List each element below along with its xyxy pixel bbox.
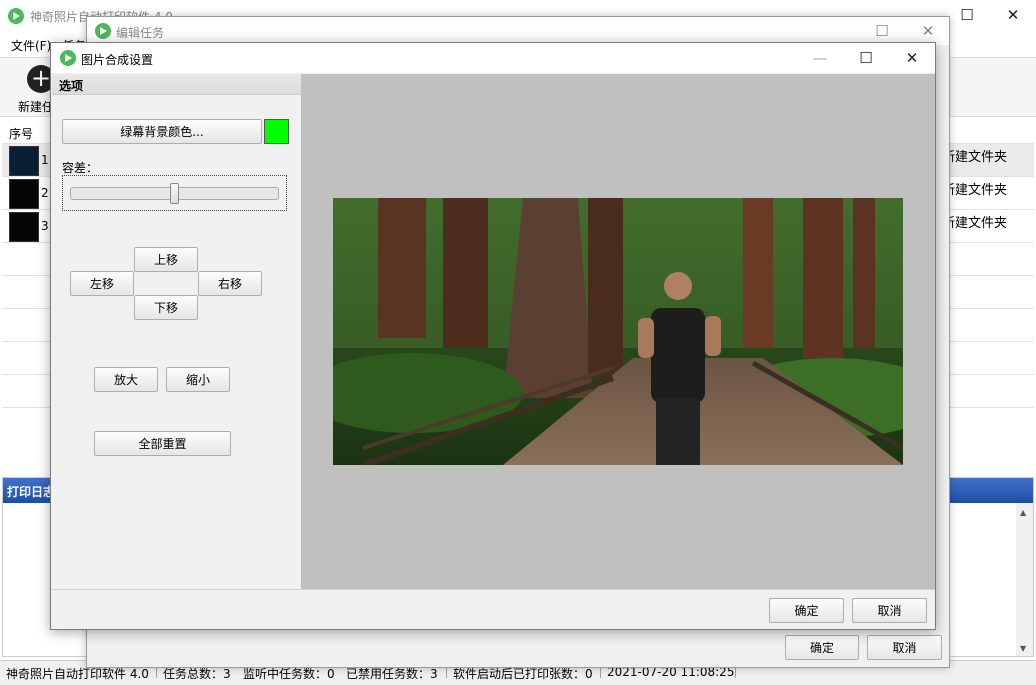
dialog-cancel-button[interactable]: 取消 (852, 598, 927, 623)
row-index: 2 (41, 186, 49, 200)
composite-preview-image (333, 198, 903, 465)
tolerance-label: 容差： (62, 161, 99, 175)
app-play-icon (60, 50, 76, 66)
move-down-button[interactable]: 下移 (134, 295, 198, 320)
dialog-button-bar: 确定 取消 (51, 589, 935, 629)
zoom-out-button[interactable]: 缩小 (166, 367, 230, 392)
greenscreen-color-button[interactable]: 绿幕背景颜色... (62, 119, 262, 144)
tolerance-slider-thumb[interactable] (170, 183, 179, 204)
greenscreen-color-swatch[interactable] (264, 119, 289, 144)
zoom-in-button[interactable]: 放大 (94, 367, 158, 392)
row-folder: 新建文件夹 (942, 150, 1008, 165)
dialog-close-icon[interactable]: ✕ (889, 43, 935, 73)
column-header-index: 序号 (9, 127, 34, 141)
move-left-button[interactable]: 左移 (70, 271, 134, 296)
edit-ok-button[interactable]: 确定 (785, 635, 859, 660)
row-folder: 新建文件夹 (942, 183, 1008, 198)
tolerance-slider-frame (62, 175, 287, 211)
dialog-titlebar: 图片合成设置 — ☐ ✕ (51, 43, 935, 73)
edit-task-title: 编辑任务 (116, 26, 165, 40)
log-header-label: 打印日志 (7, 485, 56, 499)
thumbnail-image (9, 212, 39, 242)
thumbnail-image (9, 179, 39, 209)
edit-close-icon[interactable]: ✕ (905, 17, 951, 45)
log-scrollbar[interactable]: ▲ ▼ (1016, 503, 1033, 656)
row-index: 3 (41, 219, 49, 233)
edit-maximize-icon[interactable]: ☐ (859, 17, 905, 45)
preview-area (302, 74, 935, 589)
main-close-icon[interactable]: ✕ (990, 0, 1036, 30)
move-up-button[interactable]: 上移 (134, 247, 198, 272)
options-header: 选项 (52, 74, 301, 95)
dialog-maximize-icon[interactable]: ☐ (843, 43, 889, 73)
options-header-label: 选项 (59, 79, 84, 93)
scroll-down-icon[interactable]: ▼ (1020, 644, 1026, 653)
row-folder: 新建文件夹 (942, 216, 1008, 231)
dialog-ok-button[interactable]: 确定 (769, 598, 844, 623)
menu-file[interactable]: 文件(F) (11, 37, 51, 54)
dialog-title: 图片合成设置 (81, 53, 154, 67)
row-index: 1 (41, 153, 49, 167)
app-play-icon (95, 23, 111, 39)
options-panel: 选项 绿幕背景颜色... 容差： 上移 左移 右移 下移 放大 缩小 全部重置 (52, 74, 301, 589)
scroll-up-icon[interactable]: ▲ (1020, 508, 1026, 517)
app-play-icon (8, 8, 24, 24)
edit-task-titlebar: 编辑任务 ☐ ✕ (87, 17, 949, 45)
reset-all-button[interactable]: 全部重置 (94, 431, 231, 456)
move-right-button[interactable]: 右移 (198, 271, 262, 296)
thumbnail-image (9, 146, 39, 176)
edit-cancel-button[interactable]: 取消 (867, 635, 942, 660)
dialog-minimize-icon[interactable]: — (797, 43, 843, 73)
composite-dialog: 图片合成设置 — ☐ ✕ 选项 绿幕背景颜色... 容差： 上移 左移 右移 下… (50, 42, 936, 630)
